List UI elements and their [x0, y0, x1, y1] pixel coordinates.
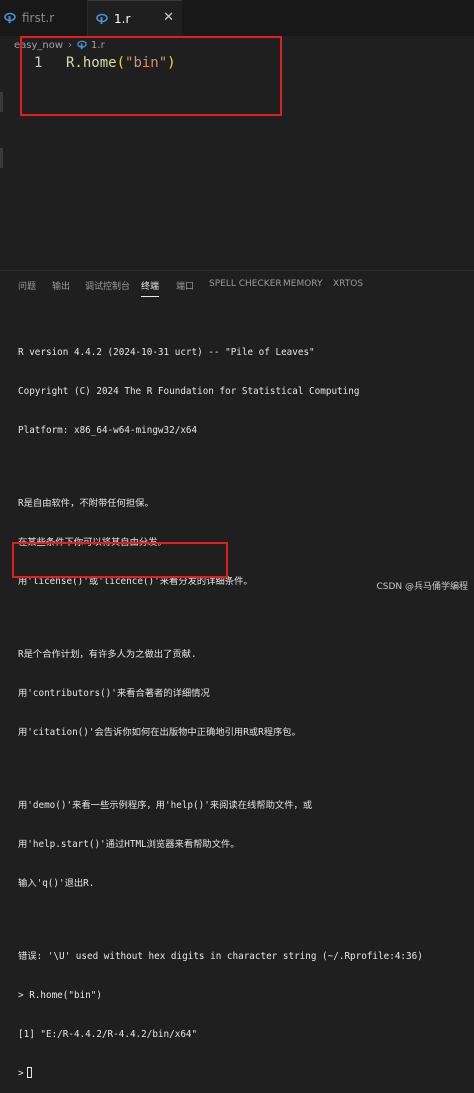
terminal-line: Platform: x86_64-w64-mingw32/x64	[18, 425, 198, 436]
panel-tab-bar: 问题 输出 调试控制台 终端 端口 SPELL CHECKER MEMORY X…	[0, 270, 474, 301]
terminal-line: 输入'q()'退出R.	[18, 878, 95, 889]
tab-label: 1.r	[114, 11, 131, 26]
tab-debug-console[interactable]: 调试控制台	[85, 279, 130, 292]
terminal-result-line: [1] "E:/R-4.4.2/R-4.4.2/bin/x64"	[18, 1029, 198, 1040]
terminal-cursor	[26, 1067, 32, 1078]
terminal-error-line: 错误: '\U' used without hex digits in char…	[18, 951, 423, 962]
highlight-box-result	[12, 542, 228, 578]
terminal-line: 用'demo()'来看一些示例程序，用'help()'来阅读在线帮助文件，或	[18, 800, 313, 811]
tab-first-r[interactable]: first.r	[0, 0, 88, 36]
highlight-box-code	[20, 36, 282, 116]
r-file-icon	[4, 12, 16, 23]
tab-problems[interactable]: 问题	[18, 279, 36, 292]
terminal-command-line: > R.home("bin")	[18, 990, 102, 1001]
terminal-prompt-line[interactable]: >	[18, 1067, 468, 1080]
terminal-line: 用'contributors()'来看合著者的详细情况	[18, 688, 210, 699]
watermark: CSDN @兵马俑学编程	[376, 582, 468, 592]
tab-1-r[interactable]: 1.r ✕	[88, 0, 182, 36]
terminal-line: Copyright (C) 2024 The R Foundation for …	[18, 386, 360, 397]
terminal-line: 用'citation()'会告诉你如何在出版物中正确地引用R或R程序包。	[18, 727, 301, 738]
terminal-prompt: >	[18, 1068, 24, 1079]
tab-terminal[interactable]: 终端	[141, 279, 160, 297]
r-file-icon	[96, 13, 108, 24]
tab-xrtos[interactable]: XRTOS	[333, 279, 363, 289]
tab-bar: first.r 1.r ✕	[0, 0, 474, 36]
terminal-line: R是自由软件，不附带任何担保。	[18, 498, 154, 509]
tab-label: first.r	[22, 11, 55, 25]
tab-memory[interactable]: MEMORY	[283, 279, 322, 289]
tab-ports[interactable]: 端口	[176, 279, 194, 292]
terminal-line: R version 4.4.2 (2024-10-31 ucrt) -- "Pi…	[18, 347, 315, 358]
terminal-output[interactable]: R version 4.4.2 (2024-10-31 ucrt) -- "Pi…	[18, 320, 468, 1093]
tab-output[interactable]: 输出	[52, 279, 70, 292]
terminal-line: 用'help.start()'通过HTML浏览器来看帮助文件。	[18, 839, 240, 850]
tab-spell-checker[interactable]: SPELL CHECKER	[209, 279, 282, 289]
close-icon[interactable]: ✕	[163, 10, 174, 25]
terminal-line: R是个合作计划，有许多人为之做出了贡献.	[18, 649, 197, 660]
